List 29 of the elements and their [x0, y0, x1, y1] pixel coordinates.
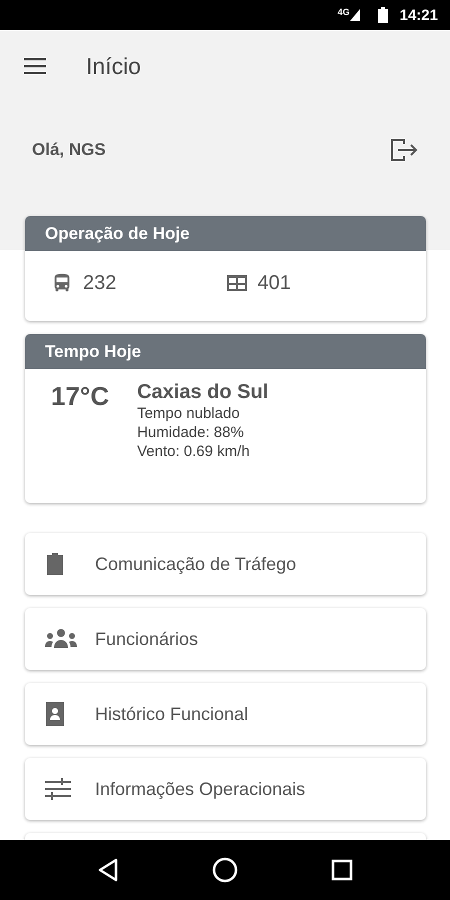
id-card-icon — [45, 701, 65, 727]
stat-value: 232 — [83, 272, 116, 294]
battery-icon — [378, 7, 388, 23]
menu-item[interactable]: Informações Operacionais — [25, 758, 426, 820]
signal-icon — [350, 9, 360, 21]
greeting: Olá, NGS — [32, 140, 106, 160]
clipboard-icon — [45, 552, 65, 576]
card-title: Tempo Hoje — [25, 334, 426, 369]
logout-icon[interactable] — [390, 138, 418, 162]
recents-icon[interactable] — [331, 859, 354, 881]
weather-detail: Vento: 0.69 km/h — [137, 442, 251, 461]
menu-item[interactable]: Comunicação de Tráfego — [25, 533, 426, 595]
clock: 14:21 — [400, 6, 438, 24]
people-icon — [45, 628, 77, 650]
back-icon[interactable] — [96, 858, 119, 882]
menu-icon[interactable] — [24, 58, 46, 74]
home-icon[interactable] — [212, 857, 238, 883]
card-title: Operação de Hoje — [25, 216, 426, 251]
screen-title: Início — [86, 52, 141, 80]
stat-value: 401 — [258, 272, 291, 294]
table-icon — [226, 273, 248, 293]
menu-item[interactable]: Histórico Funcional — [25, 683, 426, 745]
network-label: 4G — [338, 7, 350, 17]
temperature: 17°C — [51, 381, 110, 413]
sliders-icon — [45, 778, 71, 800]
weather-detail: Tempo nublado — [137, 404, 241, 423]
city-name: Caxias do Sul — [137, 381, 268, 404]
weather-detail: Humidade: 88% — [137, 423, 245, 442]
menu-item[interactable]: Funcionários — [25, 608, 426, 670]
